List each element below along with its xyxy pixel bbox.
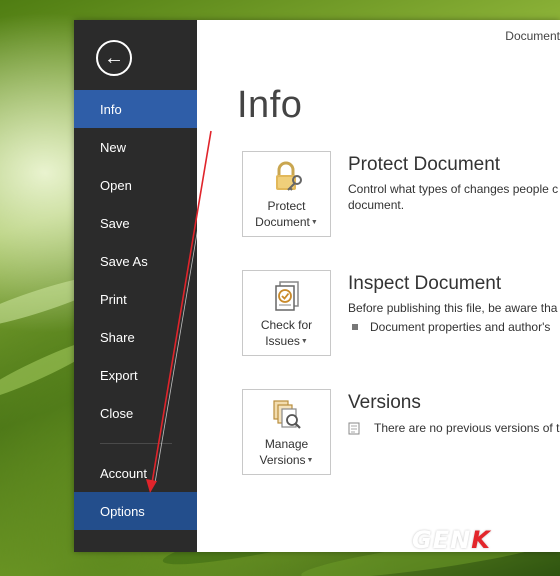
inspect-bullet-item: Document properties and author's [348, 320, 550, 334]
versions-heading: Versions [348, 392, 421, 413]
check-button-label-line2: Issues [265, 334, 300, 348]
check-for-issues-button[interactable]: Check for Issues▼ [242, 270, 331, 356]
nav-item-print[interactable]: Print [74, 280, 197, 318]
nav-divider [100, 443, 172, 444]
check-button-label-line1: Check for [260, 318, 313, 332]
inspect-bullet-text: Document properties and author's [370, 320, 551, 334]
manage-versions-button[interactable]: Manage Versions▼ [242, 389, 331, 475]
nav-item-export[interactable]: Export [74, 356, 197, 394]
watermark-suffix: .VN [491, 542, 507, 552]
inspect-document-section: Check for Issues▼ Inspect Document Befor… [242, 270, 560, 360]
protect-document-heading: Protect Document [348, 154, 501, 175]
nav-item-close[interactable]: Close [74, 394, 197, 432]
nav-item-account[interactable]: Account [74, 454, 197, 492]
manage-button-label-line1: Manage [264, 437, 309, 451]
nav-item-share[interactable]: Share [74, 318, 197, 356]
versions-description: There are no previous versions of t [348, 421, 559, 435]
watermark-accent: K [471, 526, 491, 554]
protect-document-section: Protect Document▼ Protect Document Contr… [242, 151, 560, 241]
manage-button-label-line2: Versions [259, 453, 306, 467]
versions-section: Manage Versions▼ Versions There are no p… [242, 389, 560, 479]
inspect-document-description: Before publishing this file, be aware th… [348, 300, 560, 316]
chevron-down-icon: ▼ [300, 337, 308, 345]
arrow-left-icon: ← [104, 47, 124, 69]
protect-desc-line2: document. [348, 198, 405, 212]
word-backstage-window: ← Info New Open Save Save As Print Share… [74, 20, 560, 552]
protect-document-description: Control what types of changes people c d… [348, 181, 560, 213]
info-pane: Document Info Protect Document▼ Protect … [197, 20, 560, 552]
nav-item-save-as[interactable]: Save As [74, 242, 197, 280]
versions-desc-text: There are no previous versions of t [374, 421, 560, 435]
protect-button-label-line2: Document [255, 215, 310, 229]
bullet-icon [352, 324, 358, 330]
inspect-desc-line1: Before publishing this file, be aware th… [348, 301, 558, 315]
chevron-down-icon: ▼ [306, 456, 314, 464]
versions-search-icon [272, 400, 301, 429]
lock-key-icon [275, 161, 302, 191]
genk-watermark: GEN K .VN [412, 526, 507, 552]
nav-item-save[interactable]: Save [74, 204, 197, 242]
protect-document-button[interactable]: Protect Document▼ [242, 151, 331, 237]
nav-item-open[interactable]: Open [74, 166, 197, 204]
nav-item-new[interactable]: New [74, 128, 197, 166]
document-title: Document [505, 29, 560, 43]
inspect-document-heading: Inspect Document [348, 273, 502, 294]
nav-item-info[interactable]: Info [74, 90, 197, 128]
page-title: Info [237, 84, 303, 126]
protect-desc-line1: Control what types of changes people c [348, 182, 559, 196]
nav-item-options[interactable]: Options [74, 492, 197, 530]
protect-button-label-line1: Protect [267, 199, 306, 213]
watermark-text: GEN [412, 526, 472, 554]
back-button[interactable]: ← [96, 40, 132, 76]
backstage-nav: ← Info New Open Save Save As Print Share… [74, 20, 197, 552]
document-icon [348, 422, 360, 434]
chevron-down-icon: ▼ [310, 218, 318, 226]
checklist-icon [274, 281, 299, 311]
